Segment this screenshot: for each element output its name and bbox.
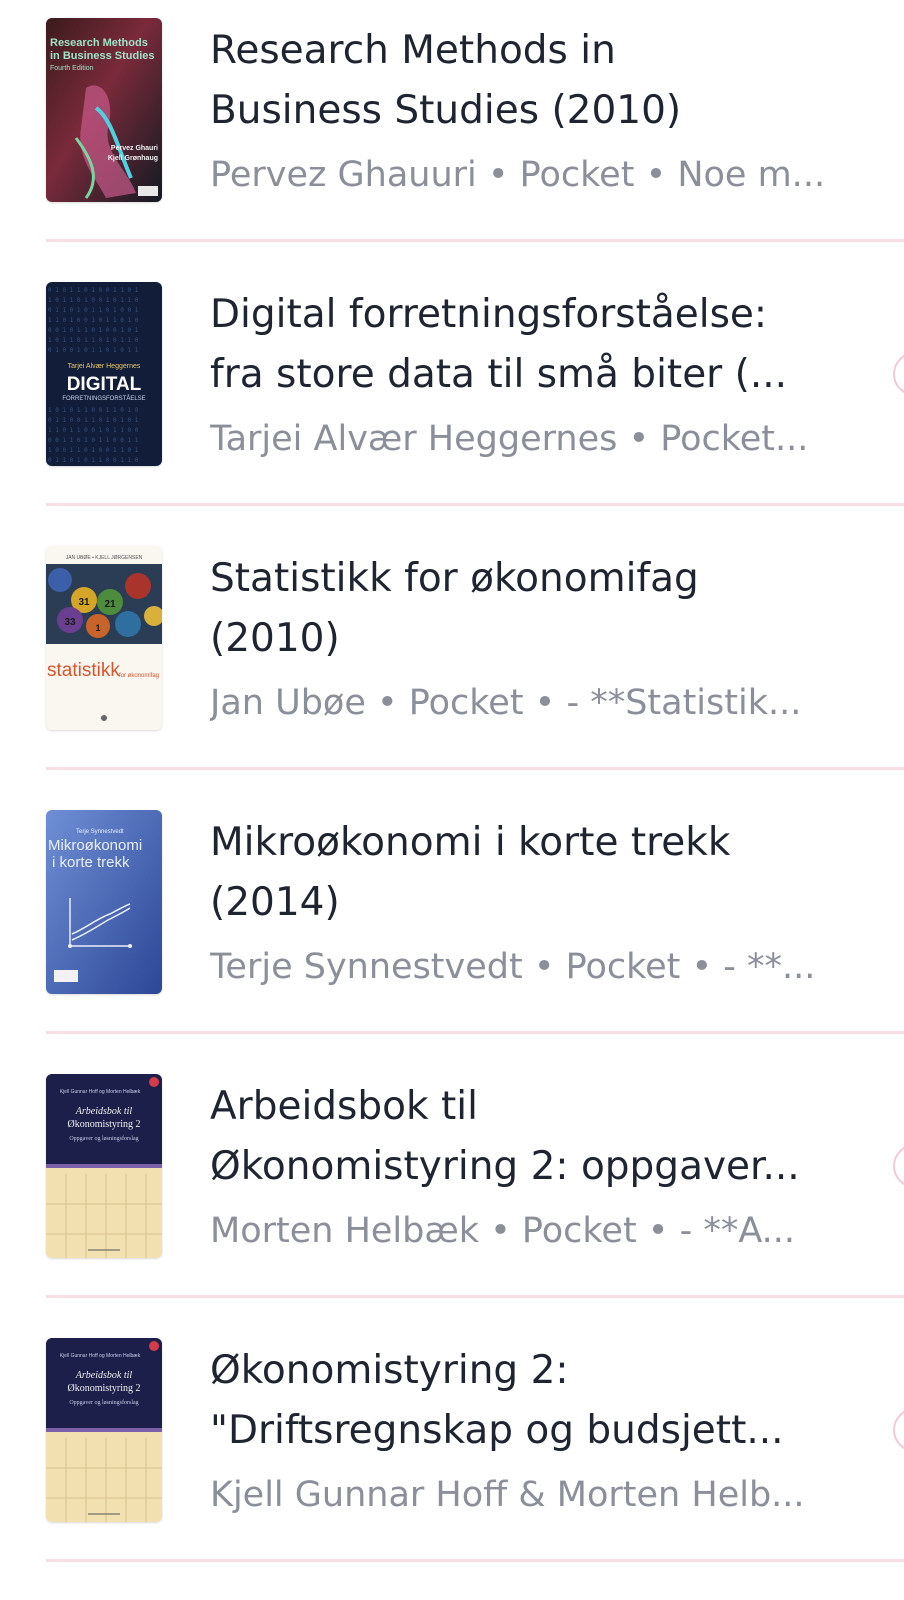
svg-text:0 1 1 0 1 0 1 1 0 0 1 1 0: 0 1 1 0 1 0 1 1 0 0 1 1 0 xyxy=(48,457,139,464)
book-title-line-1: Research Methods in xyxy=(210,28,616,73)
book-list-item[interactable]: Kjell Gunnar Hoff og Morten Helbæk Arbei… xyxy=(0,1056,904,1324)
divider xyxy=(46,503,904,506)
svg-text:1 0 1 1 0 1 1 0 1 0 1 1 0: 1 0 1 1 0 1 1 0 1 0 1 1 0 xyxy=(48,337,139,344)
book-list-item[interactable]: Research Methods in Business Studies Fou… xyxy=(0,0,904,268)
book-meta: Terje Synnestvedt • Pocket • - **... xyxy=(210,947,816,987)
book-meta: Morten Helbæk • Pocket • - **A... xyxy=(210,1211,796,1251)
cover-subtitle: Oppgaver og løsningsforslag xyxy=(69,1135,138,1142)
cover-title-line: Økonomistyring 2 xyxy=(67,1119,140,1130)
cover-subtitle: FORRETNINGSFORSTÅELSE xyxy=(62,395,145,402)
cover-authors: Kjell Gunnar Hoff og Morten Helbæk xyxy=(60,1089,141,1095)
svg-text:0 1 0 0 1 0 1 1 0 1 0 1 1: 0 1 0 0 1 0 1 1 0 1 0 1 1 xyxy=(48,347,139,354)
book-title-line-1: Digital forretningsforståelse: xyxy=(210,292,768,337)
svg-text:0 1 0 1 1 0 1 0 0 1 1 0 1: 0 1 0 1 1 0 1 0 0 1 1 0 1 xyxy=(48,287,139,294)
cover-author: Terje Synnestvedt xyxy=(76,829,124,835)
book-meta: Pervez Ghauuri • Pocket • Noe m... xyxy=(210,155,826,195)
divider xyxy=(46,1031,904,1034)
book-title-line-2: fra store data til små biter (... xyxy=(210,352,788,397)
svg-text:1 1 0 1 0 0 1 0 1 1 0 1 0: 1 1 0 1 0 0 1 0 1 1 0 1 0 xyxy=(48,317,139,324)
cover-ball-number: 21 xyxy=(104,599,116,610)
book-list-item[interactable]: JAN UBØE • KJELL JØRGENSEN 31 21 33 1 st… xyxy=(0,528,904,796)
book-title-line-2: Økonomistyring 2: oppgaver... xyxy=(210,1144,800,1189)
book-meta: Tarjei Alvær Heggernes • Pocket... xyxy=(210,419,809,459)
book-cover-image: Kjell Gunnar Hoff og Morten Helbæk Arbei… xyxy=(46,1338,162,1522)
cover-title-line: Arbeidsbok til xyxy=(75,1370,133,1381)
book-title-line-1: Arbeidsbok til xyxy=(210,1084,478,1129)
book-list-item[interactable]: Terje Synnestvedt Mikroøkonomi i korte t… xyxy=(0,792,904,1060)
row-action-button[interactable] xyxy=(893,352,904,396)
cover-edition: Fourth Edition xyxy=(50,65,94,72)
row-action-button[interactable] xyxy=(893,1144,904,1188)
book-meta: Jan Ubøe • Pocket • - **Statistik... xyxy=(210,683,802,723)
cover-authors: Kjell Gunnar Hoff og Morten Helbæk xyxy=(60,1353,141,1359)
cover-title: statistikk xyxy=(47,660,120,681)
cover-ball-number: 33 xyxy=(64,617,76,628)
cover-title-line: in Business Studies xyxy=(50,50,155,62)
cover-author: Pervez Ghauri xyxy=(111,145,158,152)
book-meta: Kjell Gunnar Hoff & Morten Helb... xyxy=(210,1475,805,1515)
book-title-line-2: (2014) xyxy=(210,880,340,925)
divider xyxy=(46,1295,904,1298)
book-title-line-2: Business Studies (2010) xyxy=(210,88,682,133)
cover-ball-number: 1 xyxy=(95,623,100,633)
cover-title-line: i korte trekk xyxy=(52,854,130,871)
svg-text:1 0 1 1 0 1 0 0 1 0 1 1 0: 1 0 1 1 0 1 0 0 1 0 1 1 0 xyxy=(48,297,139,304)
book-list: Research Methods in Business Studies Fou… xyxy=(0,0,904,1600)
book-cover-image: Terje Synnestvedt Mikroøkonomi i korte t… xyxy=(46,810,162,994)
cover-title-line: Mikroøkonomi xyxy=(48,837,142,854)
svg-text:0 0 1 1 0 1 0 1 1 0 0 1 1: 0 0 1 1 0 1 0 1 1 0 0 1 1 xyxy=(48,437,139,444)
book-cover-image: 0 1 0 1 1 0 1 0 0 1 1 0 1 1 0 1 1 0 1 0 … xyxy=(46,282,162,466)
svg-text:1 1 0 1 1 0 0 1 0 1 1 0 0: 1 1 0 1 1 0 0 1 0 1 1 0 0 xyxy=(48,427,139,434)
cover-subtitle: Oppgaver og løsningsforslag xyxy=(69,1399,138,1406)
svg-text:1 0 1 0 1 1 0 0 1 1 0 1 0: 1 0 1 0 1 1 0 0 1 1 0 1 0 xyxy=(48,407,139,414)
cover-author: Kjell Grønhaug xyxy=(108,155,158,162)
row-action-button[interactable] xyxy=(893,1408,904,1452)
cover-author: Tarjei Alvær Heggernes xyxy=(68,363,141,370)
svg-text:0 0 1 0 1 1 0 1 0 0 1 0 1: 0 0 1 0 1 1 0 1 0 0 1 0 1 xyxy=(48,327,139,334)
svg-text:0 1 1 0 1 0 1 1 0 1 0 0 1: 0 1 1 0 1 0 1 1 0 1 0 0 1 xyxy=(48,307,139,314)
book-list-item[interactable]: Kjell Gunnar Hoff og Morten Helbæk Arbei… xyxy=(0,1320,904,1588)
book-title-line-1: Mikroøkonomi i korte trekk xyxy=(210,820,731,865)
book-list-item[interactable]: 0 1 0 1 1 0 1 0 0 1 1 0 1 1 0 1 1 0 1 0 … xyxy=(0,264,904,532)
cover-subtitle: for økonomifag xyxy=(119,673,159,679)
book-cover-image: Research Methods in Business Studies Fou… xyxy=(46,18,162,202)
cover-title: DIGITAL xyxy=(67,374,142,395)
book-cover-image: JAN UBØE • KJELL JØRGENSEN 31 21 33 1 st… xyxy=(46,546,162,730)
svg-text:1 0 0 1 1 0 1 0 0 1 1 0 1: 1 0 0 1 1 0 1 0 0 1 1 0 1 xyxy=(48,447,139,454)
cover-title-line: Research Methods xyxy=(50,37,148,49)
svg-text:0 1 1 0 0 1 1 0 1 0 1 0 1: 0 1 1 0 0 1 1 0 1 0 1 0 1 xyxy=(48,417,139,424)
book-title-line-2: "Driftsregnskap og budsjett... xyxy=(210,1408,784,1453)
cover-title-line: Arbeidsbok til xyxy=(75,1106,133,1117)
cover-ball-number: 31 xyxy=(78,597,90,608)
cover-authors: JAN UBØE • KJELL JØRGENSEN xyxy=(66,555,143,561)
divider xyxy=(46,239,904,242)
book-cover-image: Kjell Gunnar Hoff og Morten Helbæk Arbei… xyxy=(46,1074,162,1258)
book-title-line-1: Statistikk for økonomifag xyxy=(210,556,699,601)
divider xyxy=(46,767,904,770)
book-title-line-1: Økonomistyring 2: xyxy=(210,1348,569,1393)
book-title-line-2: (2010) xyxy=(210,616,340,661)
divider xyxy=(46,1559,904,1562)
cover-title-line: Økonomistyring 2 xyxy=(67,1383,140,1394)
